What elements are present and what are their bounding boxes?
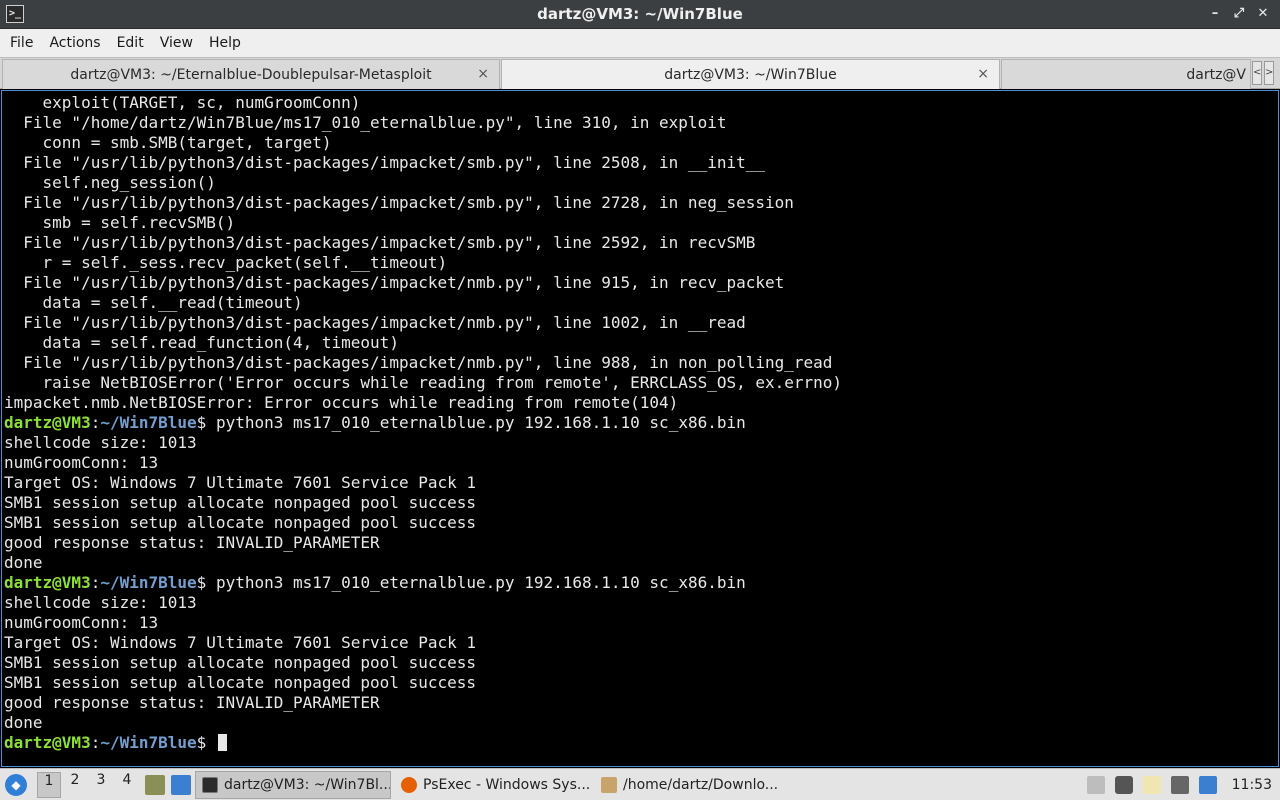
tab-dartz-overflow[interactable]: dartz@V bbox=[1001, 59, 1251, 89]
workspace-3[interactable]: 3 bbox=[89, 772, 113, 798]
prompt-dollar: $ bbox=[196, 733, 207, 752]
terminal-output-line: shellcode size: 1013 bbox=[4, 593, 197, 612]
terminal-output-line: done bbox=[4, 713, 43, 732]
terminal-prompt-line: dartz@VM3:~/Win7Blue$ python3 ms17_010_e… bbox=[4, 573, 842, 593]
terminal-output-line: Target OS: Windows 7 Ultimate 7601 Servi… bbox=[4, 633, 477, 652]
workspace-2[interactable]: 2 bbox=[63, 772, 87, 798]
window-title: dartz@VM3: ~/Win7Blue bbox=[537, 5, 743, 23]
menu-view[interactable]: View bbox=[152, 35, 201, 51]
tab-close-icon[interactable]: × bbox=[977, 66, 989, 82]
terminal-output-line: r = self._sess.recv_packet(self.__timeou… bbox=[4, 253, 448, 272]
terminal-prompt-line: dartz@VM3:~/Win7Blue$ bbox=[4, 733, 842, 753]
tab-scroll-left-icon[interactable]: < bbox=[1252, 61, 1262, 85]
menu-edit[interactable]: Edit bbox=[109, 35, 152, 51]
minimize-button[interactable]: – bbox=[1206, 4, 1224, 24]
menu-file[interactable]: File bbox=[2, 35, 41, 51]
terminal-view[interactable]: exploit(TARGET, sc, numGroomConn) File "… bbox=[1, 90, 1279, 767]
prompt-user: dartz@VM3 bbox=[4, 413, 91, 432]
terminal-output-line: conn = smb.SMB(target, target) bbox=[4, 133, 332, 152]
window-titlebar[interactable]: >_ dartz@VM3: ~/Win7Blue – ⤢ ✕ bbox=[0, 0, 1280, 29]
prompt-command bbox=[206, 733, 216, 752]
terminal-output: exploit(TARGET, sc, numGroomConn) File "… bbox=[4, 93, 842, 753]
prompt-dollar: $ bbox=[196, 413, 207, 432]
terminal-output-line: done bbox=[4, 553, 43, 572]
workspace-4[interactable]: 4 bbox=[115, 772, 139, 798]
prompt-separator: : bbox=[90, 413, 101, 432]
terminal-output-line: File "/usr/lib/python3/dist-packages/imp… bbox=[4, 313, 746, 332]
file-manager-icon[interactable] bbox=[145, 774, 165, 795]
prompt-user: dartz@VM3 bbox=[4, 733, 91, 752]
prompt-path: ~/Win7Blue bbox=[100, 733, 197, 752]
firefox-icon bbox=[401, 776, 417, 793]
clock[interactable]: 11:53 bbox=[1232, 777, 1272, 793]
terminal-output-line: File "/usr/lib/python3/dist-packages/imp… bbox=[4, 273, 785, 292]
terminal-output-line: numGroomConn: 13 bbox=[4, 453, 159, 472]
terminal-output-line: smb = self.recvSMB() bbox=[4, 213, 236, 232]
task-archive[interactable]: /home/dartz/Downlo... bbox=[595, 771, 791, 799]
menu-actions[interactable]: Actions bbox=[41, 35, 108, 51]
taskbar: ◆ 1 2 3 4 dartz@VM3: ~/Win7Bl... PsExec … bbox=[0, 768, 1280, 800]
tab-bar: dartz@VM3: ~/Eternalblue-Doublepulsar-Me… bbox=[0, 57, 1280, 89]
clipboard-icon[interactable] bbox=[1142, 776, 1161, 794]
terminal-output-line: shellcode size: 1013 bbox=[4, 433, 197, 452]
volume-icon[interactable] bbox=[1114, 776, 1133, 794]
network-icon[interactable] bbox=[1170, 776, 1189, 794]
terminal-output-line: File "/home/dartz/Win7Blue/ms17_010_eter… bbox=[4, 113, 727, 132]
system-tray: 11:53 bbox=[1082, 769, 1280, 800]
task-label: PsExec - Windows Sys... bbox=[423, 776, 591, 793]
show-desktop-icon[interactable] bbox=[171, 774, 191, 795]
terminal-output-line: SMB1 session setup allocate nonpaged poo… bbox=[4, 513, 477, 532]
tab-scroll-right-icon[interactable]: > bbox=[1264, 61, 1274, 85]
terminal-output-line: Target OS: Windows 7 Ultimate 7601 Servi… bbox=[4, 473, 477, 492]
terminal-output-line: good response status: INVALID_PARAMETER bbox=[4, 533, 380, 552]
terminal-output-line: impacket.nmb.NetBIOSError: Error occurs … bbox=[4, 393, 679, 412]
tab-win7blue[interactable]: dartz@VM3: ~/Win7Blue × bbox=[501, 59, 1000, 89]
workspace-1[interactable]: 1 bbox=[37, 771, 61, 798]
terminal-output-line: numGroomConn: 13 bbox=[4, 613, 159, 632]
tab-eternalblue-doublepulsar[interactable]: dartz@VM3: ~/Eternalblue-Doublepulsar-Me… bbox=[2, 59, 500, 89]
prompt-user: dartz@VM3 bbox=[4, 573, 91, 592]
close-button[interactable]: ✕ bbox=[1254, 4, 1272, 24]
task-label: /home/dartz/Downlo... bbox=[623, 776, 779, 793]
update-icon[interactable] bbox=[1198, 776, 1217, 794]
terminal-output-line: exploit(TARGET, sc, numGroomConn) bbox=[4, 93, 361, 112]
terminal-output-line: File "/usr/lib/python3/dist-packages/imp… bbox=[4, 153, 765, 172]
task-firefox[interactable]: PsExec - Windows Sys... bbox=[395, 771, 591, 799]
terminal-output-line: SMB1 session setup allocate nonpaged poo… bbox=[4, 673, 477, 692]
tab-label: dartz@V bbox=[1186, 66, 1246, 83]
terminal-output-line: good response status: INVALID_PARAMETER bbox=[4, 693, 380, 712]
prompt-command: python3 ms17_010_eternalblue.py 192.168.… bbox=[206, 573, 746, 592]
terminal-prompt-line: dartz@VM3:~/Win7Blue$ python3 ms17_010_e… bbox=[4, 413, 842, 433]
terminal-output-line: self.neg_session() bbox=[4, 173, 216, 192]
text-cursor bbox=[217, 734, 227, 751]
tab-label: dartz@VM3: ~/Eternalblue-Doublepulsar-Me… bbox=[70, 66, 432, 83]
terminal-app-icon: >_ bbox=[6, 5, 24, 23]
task-label: dartz@VM3: ~/Win7Bl... bbox=[224, 776, 391, 793]
tab-label: dartz@VM3: ~/Win7Blue bbox=[664, 66, 837, 83]
start-menu-icon[interactable]: ◆ bbox=[5, 773, 27, 796]
prompt-path: ~/Win7Blue bbox=[100, 573, 197, 592]
prompt-separator: : bbox=[90, 733, 101, 752]
terminal-output-line: raise NetBIOSError('Error occurs while r… bbox=[4, 373, 843, 392]
terminal-output-line: data = self.__read(timeout) bbox=[4, 293, 303, 312]
prompt-separator: : bbox=[90, 573, 101, 592]
tab-close-icon[interactable]: × bbox=[477, 66, 489, 82]
maximize-button[interactable]: ⤢ bbox=[1230, 4, 1248, 24]
archive-icon bbox=[601, 776, 617, 793]
menu-help[interactable]: Help bbox=[201, 35, 249, 51]
terminal-output-line: File "/usr/lib/python3/dist-packages/imp… bbox=[4, 193, 794, 212]
task-terminal[interactable]: dartz@VM3: ~/Win7Bl... bbox=[195, 770, 391, 799]
eject-icon[interactable] bbox=[1086, 776, 1105, 794]
terminal-output-line: SMB1 session setup allocate nonpaged poo… bbox=[4, 493, 477, 512]
prompt-dollar: $ bbox=[196, 573, 207, 592]
terminal-output-line: File "/usr/lib/python3/dist-packages/imp… bbox=[4, 233, 756, 252]
menu-bar: File Actions Edit View Help bbox=[0, 29, 1280, 57]
prompt-path: ~/Win7Blue bbox=[100, 413, 197, 432]
terminal-icon bbox=[202, 776, 218, 793]
prompt-command: python3 ms17_010_eternalblue.py 192.168.… bbox=[206, 413, 746, 432]
terminal-output-line: data = self.read_function(4, timeout) bbox=[4, 333, 399, 352]
terminal-output-line: SMB1 session setup allocate nonpaged poo… bbox=[4, 653, 477, 672]
terminal-output-line: File "/usr/lib/python3/dist-packages/imp… bbox=[4, 353, 833, 372]
